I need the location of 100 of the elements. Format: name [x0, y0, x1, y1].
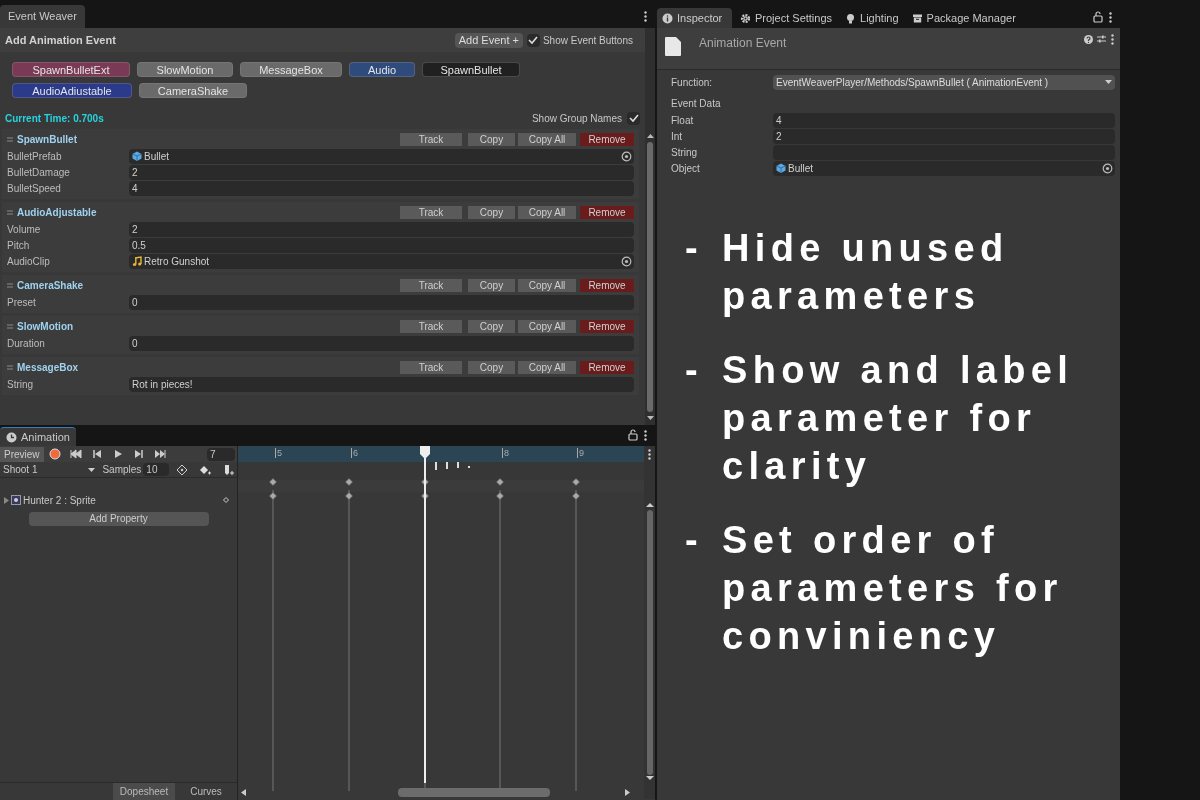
more-icon: [644, 429, 647, 441]
track-button[interactable]: Track: [400, 320, 462, 333]
copy-all-button[interactable]: Copy All: [518, 133, 576, 146]
event-button[interactable]: AudioAdiustable: [12, 83, 132, 98]
panel-tab[interactable]: Project Settings: [735, 8, 838, 28]
copy-button[interactable]: Copy: [468, 279, 515, 292]
value-field[interactable]: 2: [773, 128, 1115, 144]
drag-handle-icon: [7, 137, 13, 142]
music-note-icon: [132, 255, 142, 267]
cube-icon: [776, 162, 786, 174]
copy-button[interactable]: Copy: [468, 320, 515, 333]
add-event-button[interactable]: Add Event +: [454, 32, 523, 48]
copy-button[interactable]: Copy: [468, 206, 515, 219]
scrollbar-thumb[interactable]: [398, 787, 550, 797]
track-button[interactable]: Track: [400, 206, 462, 219]
sliders-icon: [1097, 34, 1106, 44]
ruler-label: 9: [577, 448, 584, 458]
value-field[interactable]: 0: [129, 335, 634, 351]
group-title: SpawnBullet: [17, 133, 78, 147]
event-button[interactable]: SpawnBullet: [422, 62, 520, 77]
copy-button[interactable]: Copy: [468, 361, 515, 374]
panel-tab[interactable]: Animation: [0, 427, 76, 446]
checkbox[interactable]: [526, 33, 540, 47]
view-tab[interactable]: Dopesheet: [113, 783, 175, 800]
field-label: Duration: [7, 336, 46, 351]
value-field[interactable]: 0: [129, 294, 634, 310]
value-field[interactable]: 2: [129, 164, 634, 180]
field-label: Int: [671, 129, 684, 144]
event-button[interactable]: CameraShake: [139, 83, 247, 98]
field-label: String: [671, 145, 699, 160]
copy-all-button[interactable]: Copy All: [518, 361, 576, 374]
keyframe-icon: [223, 497, 229, 503]
event-button[interactable]: SpawnBulletExt: [12, 62, 130, 77]
checkbox[interactable]: [627, 111, 640, 125]
track-button[interactable]: Track: [400, 279, 462, 292]
dropdown-arrow-icon: [88, 467, 96, 472]
more-icon: [648, 449, 651, 460]
field-label: Volume: [7, 222, 42, 237]
info-icon: [662, 12, 673, 24]
checkbox-label: Show Event Buttons: [542, 33, 633, 48]
event-button[interactable]: Audio: [349, 62, 415, 77]
scroll-right-icon: [625, 788, 630, 796]
skip-end-icon: [153, 448, 166, 460]
scroll-up-icon: [645, 502, 654, 508]
inspector-title: Animation Event: [699, 35, 788, 52]
drag-handle-icon: [7, 365, 13, 370]
copy-all-button[interactable]: Copy All: [518, 279, 576, 292]
panel-tab[interactable]: Package Manager: [906, 8, 1021, 28]
target-icon: [1102, 162, 1113, 174]
copy-all-button[interactable]: Copy All: [518, 320, 576, 333]
remove-button[interactable]: Remove: [580, 206, 634, 219]
remove-button[interactable]: Remove: [580, 320, 634, 333]
add-property-button[interactable]: Add Property: [28, 512, 209, 526]
remove-button[interactable]: Remove: [580, 361, 634, 374]
value-field[interactable]: 4: [773, 112, 1115, 128]
clip-dropdown[interactable]: Shoot 1: [0, 462, 99, 477]
more-icon[interactable]: [644, 11, 647, 22]
cube-icon: [132, 150, 142, 162]
sprite-icon: [11, 495, 21, 505]
section-label: Event Data: [671, 97, 722, 111]
value-field[interactable]: Retro Gunshot: [129, 253, 634, 269]
value-field[interactable]: 0.5: [129, 237, 634, 253]
samples-field[interactable]: 10: [143, 463, 169, 476]
field-label: Pitch: [7, 238, 31, 253]
note-text: Set order of parameters for conviniency: [722, 518, 1064, 659]
copy-button[interactable]: Copy: [468, 133, 515, 146]
help-icon: [1084, 35, 1093, 44]
event-button[interactable]: MessageBox: [240, 62, 342, 77]
scrollbar-thumb[interactable]: [646, 510, 653, 775]
value-field[interactable]: Rot in pieces!: [129, 376, 634, 392]
value-field[interactable]: 2: [129, 221, 634, 237]
track-button[interactable]: Track: [400, 361, 462, 374]
scroll-up-icon: [645, 132, 655, 139]
ruler-label: 8: [502, 448, 509, 458]
frame-field[interactable]: 7: [207, 447, 235, 461]
more-icon: [1109, 11, 1112, 23]
event-button[interactable]: SlowMotion: [137, 62, 233, 77]
group-title: MessageBox: [17, 361, 80, 375]
scroll-down-icon: [645, 415, 655, 422]
track-button[interactable]: Track: [400, 133, 462, 146]
remove-button[interactable]: Remove: [580, 133, 634, 146]
function-dropdown[interactable]: EventWeaverPlayer/Methods/SpawnBullet ( AnimationEvent ): [773, 74, 1115, 90]
value-field[interactable]: 4: [129, 180, 634, 196]
view-tab[interactable]: Curves: [175, 783, 237, 800]
scrollbar-thumb[interactable]: [647, 142, 653, 412]
bullet-dash: -: [685, 226, 704, 271]
field-label: AudioClip: [7, 254, 51, 269]
preview-button[interactable]: Preview: [0, 446, 44, 462]
drag-handle-icon: [7, 283, 13, 288]
value-field[interactable]: Bullet: [773, 160, 1115, 176]
skip-start-icon: [69, 448, 82, 460]
current-time-label: Current Time: 0.700s: [5, 111, 105, 126]
panel-tab[interactable]: Lighting: [840, 8, 904, 28]
field-label: BulletPrefab: [7, 149, 63, 164]
panel-tab[interactable]: Inspector: [657, 8, 732, 28]
field-label: Samples: [102, 463, 142, 477]
value-field[interactable]: Bullet: [129, 148, 634, 164]
remove-button[interactable]: Remove: [580, 279, 634, 292]
panel-tab[interactable]: Event Weaver: [0, 5, 85, 28]
copy-all-button[interactable]: Copy All: [518, 206, 576, 219]
